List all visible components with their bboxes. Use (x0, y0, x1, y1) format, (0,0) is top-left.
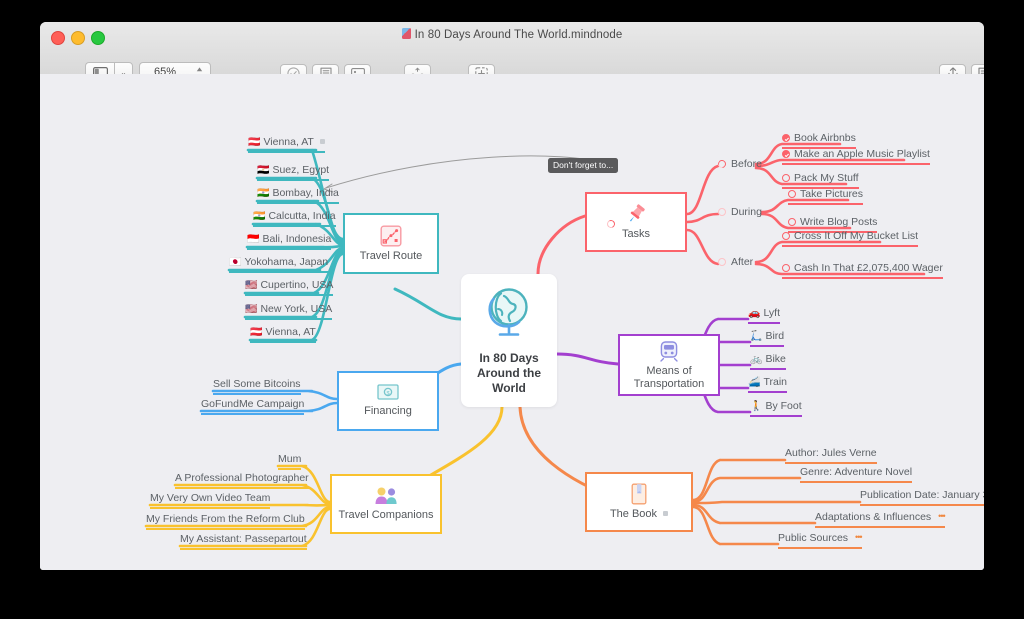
flag-india-icon: 🇮🇳 (253, 211, 266, 222)
node-center-label: In 80 Days Around the World (477, 351, 541, 395)
node-tag-indicator (319, 139, 325, 144)
after-progress-icon (718, 258, 726, 266)
mindmap-canvas[interactable]: Don't forget to... In 80 Days Around the… (40, 74, 984, 570)
leaf-assistant-passepartout[interactable]: My Assistant: Passepartout (180, 533, 307, 550)
leaf-video-team[interactable]: My Very Own Video Team (150, 492, 271, 509)
callout-tooltip: Don't forget to... (548, 158, 619, 173)
leaf-author[interactable]: Author: Jules Verne (785, 447, 877, 464)
node-means-of-transportation-label: Means of Transportation (633, 364, 705, 390)
node-travel-route-label: Travel Route (359, 249, 423, 262)
node-means-of-transportation[interactable]: Means of Transportation (618, 334, 720, 396)
flag-austria-icon: 🇦🇹 (250, 327, 263, 338)
group-after[interactable]: After (718, 256, 753, 269)
flag-egypt-icon: 🇪🇬 (257, 165, 270, 176)
leaf-adaptations[interactable]: Adaptations & Influences ••• (815, 510, 946, 528)
route-map-icon (380, 225, 402, 247)
leaf-vienna-at-2[interactable]: 🇦🇹 Vienna, AT (250, 326, 316, 343)
scooter-icon: 🛴 (750, 331, 763, 342)
walking-icon: 🚶 (750, 401, 763, 412)
window-titlebar: In 80 Days Around The World.mindnode ⌄ 6… (40, 22, 984, 83)
leaf-bali-indonesia[interactable]: 🇮🇩 Bali, Indonesia (247, 233, 332, 250)
collapsed-children-indicator[interactable]: ••• (855, 531, 863, 544)
group-before[interactable]: Before (716, 158, 762, 171)
leaf-lyft[interactable]: 🚗 Lyft (748, 307, 780, 324)
leaf-reform-club-friends[interactable]: My Friends From the Reform Club (146, 513, 305, 530)
document-title: In 80 Days Around The World.mindnode (40, 28, 984, 41)
group-during[interactable]: During (718, 206, 762, 219)
leaf-publication-date[interactable]: Publication Date: January 30, 1873 (860, 489, 984, 506)
checkbox-unchecked-icon[interactable] (782, 232, 790, 240)
leaf-genre[interactable]: Genre: Adventure Novel (800, 466, 913, 483)
leaf-yokohama-japan[interactable]: 🇯🇵 Yokohama, Japan (229, 256, 329, 273)
checkbox-unchecked-icon[interactable] (788, 190, 796, 198)
checkbox-unchecked-icon[interactable] (788, 218, 796, 226)
people-icon (375, 487, 397, 504)
train-icon (660, 340, 678, 362)
document-icon (401, 28, 411, 39)
leaf-bird[interactable]: 🛴 Bird (750, 330, 785, 347)
node-tasks-label: Tasks (621, 228, 651, 240)
flag-usa-icon: 🇺🇸 (245, 280, 258, 291)
bike-icon: 🚲 (750, 354, 763, 365)
document-title-text: In 80 Days Around The World.mindnode (414, 29, 623, 41)
node-the-book[interactable]: The Book (585, 472, 693, 532)
leaf-bombay-india[interactable]: 🇮🇳 Bombay, India (257, 187, 339, 204)
leaf-calcutta-india[interactable]: 🇮🇳 Calcutta, India (253, 210, 336, 227)
checkbox-unchecked-icon[interactable] (782, 264, 790, 272)
checkbox-checked-icon[interactable] (782, 134, 790, 142)
collapsed-children-indicator[interactable]: ••• (938, 510, 946, 523)
node-tag-indicator (663, 511, 669, 516)
money-icon: $ (377, 384, 399, 400)
leaf-suez-egypt[interactable]: 🇪🇬 Suez, Egypt (257, 164, 330, 181)
flag-japan-icon: 🇯🇵 (229, 257, 242, 268)
before-progress-icon (716, 158, 728, 170)
checkbox-unchecked-icon[interactable] (782, 174, 790, 182)
book-icon (631, 483, 647, 505)
node-financing-label: Financing (364, 405, 412, 417)
train-emoji-icon: 🚄 (748, 377, 761, 388)
leaf-bucket-list[interactable]: Cross It Off My Bucket List (782, 230, 919, 247)
app-window: In 80 Days Around The World.mindnode ⌄ 6… (40, 22, 984, 570)
leaf-pack-my-stuff[interactable]: Pack My Stuff (782, 172, 859, 189)
leaf-book-airbnbs[interactable]: Book Airbnbs (782, 132, 856, 149)
leaf-apple-music-playlist[interactable]: Make an Apple Music Playlist (782, 148, 930, 165)
node-tasks[interactable]: Tasks (585, 192, 687, 252)
leaf-new-york-usa[interactable]: 🇺🇸 New York, USA (245, 303, 333, 320)
flag-usa-icon: 🇺🇸 (245, 304, 258, 315)
flag-austria-icon: 🇦🇹 (248, 137, 261, 148)
node-center[interactable]: In 80 Days Around the World (461, 274, 557, 407)
car-icon: 🚗 (748, 308, 761, 319)
globe-icon (488, 288, 528, 336)
tasks-progress-indicator (605, 218, 617, 230)
node-travel-route[interactable]: Travel Route (343, 213, 439, 274)
leaf-by-foot[interactable]: 🚶 By Foot (750, 400, 802, 417)
leaf-mum[interactable]: Mum (278, 453, 302, 470)
checkbox-checked-icon[interactable] (782, 150, 790, 158)
leaf-vienna-at-1[interactable]: 🇦🇹 Vienna, AT (248, 136, 325, 153)
node-travel-companions[interactable]: Travel Companions (330, 474, 442, 534)
during-progress-icon (718, 208, 726, 216)
node-the-book-label: The Book (610, 508, 669, 521)
leaf-train[interactable]: 🚄 Train (748, 376, 787, 393)
leaf-bike[interactable]: 🚲 Bike (750, 353, 786, 370)
leaf-public-sources[interactable]: Public Sources ••• (778, 531, 863, 549)
leaf-cash-in-wager[interactable]: Cash In That £2,075,400 Wager (782, 262, 943, 279)
pushpin-icon (629, 204, 645, 222)
node-travel-companions-label: Travel Companions (338, 509, 434, 521)
leaf-professional-photographer[interactable]: A Professional Photographer (175, 472, 309, 489)
flag-india-icon: 🇮🇳 (257, 188, 270, 199)
leaf-take-pictures[interactable]: Take Pictures (788, 188, 864, 205)
leaf-gofundme-campaign[interactable]: GoFundMe Campaign (201, 398, 305, 415)
leaf-sell-some-bitcoins[interactable]: Sell Some Bitcoins (213, 378, 301, 395)
leaf-cupertino-usa[interactable]: 🇺🇸 Cupertino, USA (245, 279, 334, 296)
node-financing[interactable]: $ Financing (337, 371, 439, 431)
flag-indonesia-icon: 🇮🇩 (247, 234, 260, 245)
